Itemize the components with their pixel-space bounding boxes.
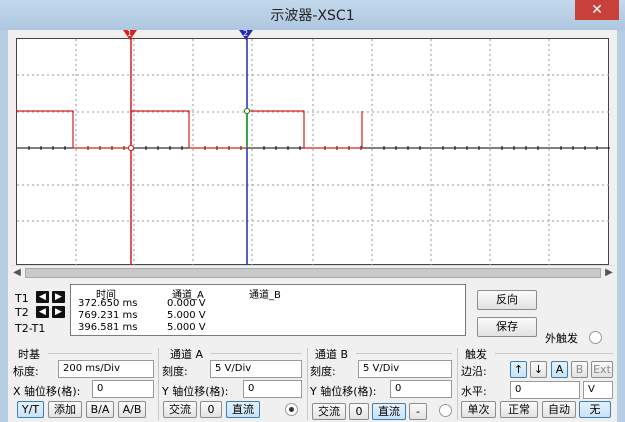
measurement-table: 时间 通道_A 通道_B 372.650 ms 0.000 V 769.231 … bbox=[70, 284, 466, 336]
header-channel-b: 通道_B bbox=[249, 290, 281, 301]
t1-channel-a: 0.000 V bbox=[167, 298, 206, 309]
trigger-normal-button[interactable]: 正常 bbox=[500, 401, 538, 418]
scroll-left-icon[interactable]: ◀ bbox=[11, 267, 23, 278]
divider-1 bbox=[158, 348, 159, 420]
timebase-divider bbox=[48, 353, 152, 354]
divider-3 bbox=[457, 348, 458, 420]
save-button[interactable]: 保存 bbox=[477, 317, 537, 337]
channel-b-y-position-field[interactable]: 0 bbox=[390, 380, 452, 398]
cursor-t1-flag-label: 1 bbox=[127, 29, 133, 38]
reverse-button[interactable]: 反向 bbox=[477, 290, 537, 310]
channel-a-y-position-field[interactable]: 0 bbox=[243, 380, 302, 398]
channel-b-dc-button[interactable]: 直流 bbox=[372, 403, 406, 420]
t2-t1-label: T2-T1 bbox=[15, 322, 46, 335]
mode-yt-button[interactable]: Y/T bbox=[17, 401, 44, 418]
trigger-edge-label: 边沿: bbox=[461, 365, 487, 378]
cursor-t2-flag[interactable]: 2 bbox=[239, 29, 253, 42]
channel-b-scale-label: 刻度: bbox=[310, 365, 336, 378]
channel-a-zero-button[interactable]: 0 bbox=[200, 401, 222, 418]
trigger-level-field[interactable]: 0 bbox=[510, 381, 580, 399]
timebase-scale-label: 标度: bbox=[13, 365, 39, 378]
x-position-label: X 轴位移(格): bbox=[13, 385, 81, 398]
trigger-title: 触发 bbox=[465, 348, 487, 361]
channel-b-y-position-label: Y 轴位移(格): bbox=[310, 385, 377, 398]
scroll-right-icon[interactable]: ▶ bbox=[603, 267, 615, 278]
close-button[interactable]: ✕ bbox=[575, 0, 619, 20]
oscilloscope-screen bbox=[16, 38, 610, 266]
mode-ab-button[interactable]: A/B bbox=[118, 401, 146, 418]
divider-2 bbox=[307, 348, 308, 420]
t1-label: T1 bbox=[15, 292, 29, 305]
cursor-t2-flag-label: 2 bbox=[243, 29, 249, 38]
waveform-svg bbox=[17, 39, 610, 266]
trigger-divider bbox=[495, 353, 613, 354]
channel-a-title: 通道 A bbox=[170, 348, 204, 361]
t1-left-arrow-icon[interactable]: ◀ bbox=[36, 291, 49, 303]
channel-a-trace bbox=[17, 110, 363, 149]
timebase-scale-field[interactable]: 200 ms/Div bbox=[58, 360, 154, 378]
trigger-level-label: 水平: bbox=[461, 385, 487, 398]
cursor-t2-marker bbox=[243, 107, 251, 115]
grid bbox=[17, 39, 610, 266]
mode-add-button[interactable]: 添加 bbox=[48, 401, 82, 418]
cursor-t1-flag[interactable]: 1 bbox=[123, 29, 137, 42]
falling-edge-button[interactable]: ↓ bbox=[530, 361, 547, 378]
channel-a-scale-field[interactable]: 5 V/Div bbox=[210, 360, 302, 378]
trigger-level-unit[interactable]: V bbox=[583, 381, 613, 399]
trigger-none-button[interactable]: 无 bbox=[579, 401, 611, 418]
channel-b-divider bbox=[356, 353, 452, 354]
rising-edge-button[interactable]: ↑ bbox=[510, 361, 527, 378]
channel-b-ac-button[interactable]: 交流 bbox=[312, 403, 346, 420]
t1-time: 372.650 ms bbox=[78, 298, 138, 309]
cursor-t1-marker bbox=[127, 144, 135, 152]
trigger-single-button[interactable]: 单次 bbox=[461, 401, 496, 418]
trigger-source-ext-button[interactable]: Ext bbox=[591, 361, 613, 378]
x-position-field[interactable]: 0 bbox=[92, 380, 154, 398]
trigger-auto-button[interactable]: 自动 bbox=[542, 401, 576, 418]
t1-right-arrow-icon[interactable]: ▶ bbox=[52, 291, 65, 303]
channel-a-ac-button[interactable]: 交流 bbox=[163, 401, 197, 418]
channel-b-radio[interactable] bbox=[439, 404, 452, 417]
timebase-title: 时基 bbox=[18, 348, 40, 361]
external-trigger-radio[interactable] bbox=[589, 331, 602, 344]
t2-label: T2 bbox=[15, 306, 29, 319]
trigger-source-b-button[interactable]: B bbox=[571, 361, 588, 378]
channel-b-scale-field[interactable]: 5 V/Div bbox=[358, 360, 452, 378]
channel-a-divider bbox=[210, 353, 302, 354]
mode-ba-button[interactable]: B/A bbox=[86, 401, 114, 418]
scroll-thumb[interactable] bbox=[25, 268, 601, 278]
channel-b-minus-button[interactable]: - bbox=[409, 403, 427, 420]
t2-time: 769.231 ms bbox=[78, 310, 138, 321]
t2-right-arrow-icon[interactable]: ▶ bbox=[52, 306, 65, 318]
window-title: 示波器-XSC1 bbox=[270, 8, 355, 24]
channel-a-dc-button[interactable]: 直流 bbox=[226, 401, 260, 418]
channel-a-y-position-label: Y 轴位移(格): bbox=[162, 385, 229, 398]
external-trigger-label: 外触发 bbox=[545, 332, 578, 345]
channel-b-title: 通道 B bbox=[315, 348, 349, 361]
t2-t1-channel-a: 5.000 V bbox=[167, 322, 206, 333]
t2-t1-time: 396.581 ms bbox=[78, 322, 138, 333]
t2-left-arrow-icon[interactable]: ◀ bbox=[36, 306, 49, 318]
trigger-source-a-button[interactable]: A bbox=[551, 361, 568, 378]
horizontal-scrollbar[interactable]: ◀ ▶ bbox=[11, 265, 615, 280]
title-bar: 示波器-XSC1 ✕ bbox=[0, 0, 625, 30]
channel-b-zero-button[interactable]: 0 bbox=[349, 403, 369, 420]
channel-a-scale-label: 刻度: bbox=[162, 365, 188, 378]
t2-channel-a: 5.000 V bbox=[167, 310, 206, 321]
channel-a-radio[interactable] bbox=[285, 403, 298, 416]
